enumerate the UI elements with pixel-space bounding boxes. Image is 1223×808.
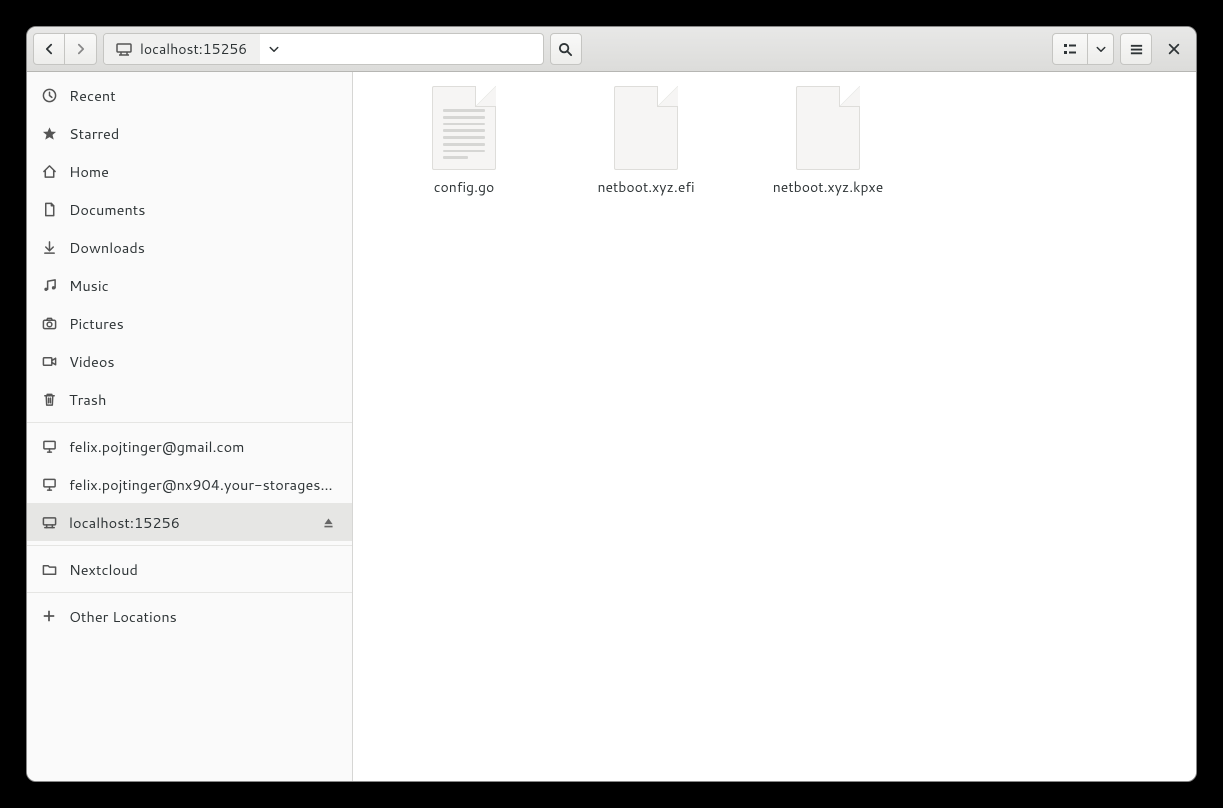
sidebar-item-label: Pictures [69, 313, 338, 334]
sidebar-item-other-locations[interactable]: Other Locations [27, 597, 352, 635]
file-item[interactable]: netboot.xyz.kpxe [737, 86, 919, 212]
sidebar-item-starred[interactable]: Starred [27, 114, 352, 152]
text-file-icon [432, 86, 496, 170]
blank-file-icon [614, 86, 678, 170]
sidebar-item-label: Nextcloud [69, 559, 338, 580]
sidebar-item-label: felix.pojtinger@nx904.your-storagesh… [69, 474, 338, 495]
pathbar: localhost:15256 [103, 33, 544, 65]
sidebar-item-mount-0[interactable]: felix.pojtinger@gmail.com [27, 427, 352, 465]
chevron-right-icon [74, 42, 88, 56]
sidebar-item-label: Music [69, 275, 338, 296]
sidebar-bookmarks-section: Nextcloud [27, 546, 352, 593]
sidebar-item-recent[interactable]: Recent [27, 76, 352, 114]
sidebar-item-home[interactable]: Home [27, 152, 352, 190]
trash-icon [41, 391, 57, 407]
home-icon [41, 163, 57, 179]
forward-button[interactable] [65, 33, 97, 65]
camera-icon [41, 315, 57, 331]
sidebar-item-music[interactable]: Music [27, 266, 352, 304]
back-button[interactable] [33, 33, 65, 65]
sidebar-item-mount-2[interactable]: localhost:15256 [27, 503, 352, 541]
remote-icon [41, 476, 57, 492]
sidebar-item-trash[interactable]: Trash [27, 380, 352, 418]
download-icon [41, 239, 57, 255]
music-icon [41, 277, 57, 293]
sidebar-item-videos[interactable]: Videos [27, 342, 352, 380]
sidebar-item-nextcloud[interactable]: Nextcloud [27, 550, 352, 588]
plus-icon [41, 608, 57, 624]
file-item[interactable]: config.go [373, 86, 555, 212]
remote-icon [41, 438, 57, 454]
file-name-label: netboot.xyz.efi [597, 178, 694, 196]
sidebar-item-downloads[interactable]: Downloads [27, 228, 352, 266]
sidebar-item-label: Home [69, 161, 338, 182]
hamburger-icon [1129, 42, 1144, 57]
chevron-down-icon [1095, 43, 1107, 55]
pathbar-location-label: localhost:15256 [140, 39, 247, 59]
content-area: Recent Starred Home Documents Downloads Music… [27, 72, 1196, 781]
view-mode-button[interactable] [1052, 33, 1088, 65]
sidebar-item-label: Starred [69, 123, 338, 144]
close-icon [1167, 42, 1181, 56]
chevron-down-icon [268, 43, 280, 55]
pathbar-dropdown[interactable] [260, 34, 288, 64]
close-window-button[interactable] [1158, 33, 1190, 65]
file-item[interactable]: netboot.xyz.efi [555, 86, 737, 212]
star-icon [41, 125, 57, 141]
folder-icon [41, 561, 57, 577]
nav-buttons [33, 33, 97, 65]
sidebar-other-section: Other Locations [27, 593, 352, 639]
list-view-icon [1062, 41, 1078, 57]
blank-file-icon [796, 86, 860, 170]
search-button[interactable] [550, 33, 582, 65]
pathbar-segment-location[interactable]: localhost:15256 [104, 34, 260, 64]
pathbar-empty[interactable] [288, 34, 542, 64]
view-controls [1052, 33, 1114, 65]
sidebar-item-label: Recent [69, 85, 338, 106]
sidebar: Recent Starred Home Documents Downloads Music… [27, 72, 353, 781]
sidebar-item-label: localhost:15256 [69, 512, 306, 533]
sidebar-item-label: Trash [69, 389, 338, 410]
hamburger-menu-button[interactable] [1120, 33, 1152, 65]
file-manager-window: localhost:15256 [26, 26, 1197, 782]
sidebar-item-mount-1[interactable]: felix.pojtinger@nx904.your-storagesh… [27, 465, 352, 503]
file-name-label: config.go [434, 178, 495, 196]
view-options-button[interactable] [1088, 33, 1114, 65]
document-icon [41, 201, 57, 217]
clock-icon [41, 87, 57, 103]
sidebar-item-pictures[interactable]: Pictures [27, 304, 352, 342]
video-icon [41, 353, 57, 369]
headerbar: localhost:15256 [27, 27, 1196, 72]
sidebar-item-label: Videos [69, 351, 338, 372]
eject-button[interactable] [318, 512, 338, 532]
sidebar-mounts-section: felix.pojtinger@gmail.com felix.pojtinger… [27, 423, 352, 546]
network-drive-icon [116, 41, 132, 57]
sidebar-item-label: Other Locations [69, 606, 338, 627]
main-view[interactable]: config.go netboot.xyz.efi netboot.xyz.kpxe [353, 72, 1196, 781]
search-icon [558, 42, 573, 57]
file-name-label: netboot.xyz.kpxe [773, 178, 883, 196]
sidebar-item-documents[interactable]: Documents [27, 190, 352, 228]
chevron-left-icon [42, 42, 56, 56]
sidebar-item-label: felix.pojtinger@gmail.com [69, 436, 338, 457]
sidebar-item-label: Downloads [69, 237, 338, 258]
sidebar-item-label: Documents [69, 199, 338, 220]
network-icon [41, 514, 57, 530]
icon-grid: config.go netboot.xyz.efi netboot.xyz.kpxe [353, 72, 1196, 226]
sidebar-places-section: Recent Starred Home Documents Downloads Music… [27, 72, 352, 423]
